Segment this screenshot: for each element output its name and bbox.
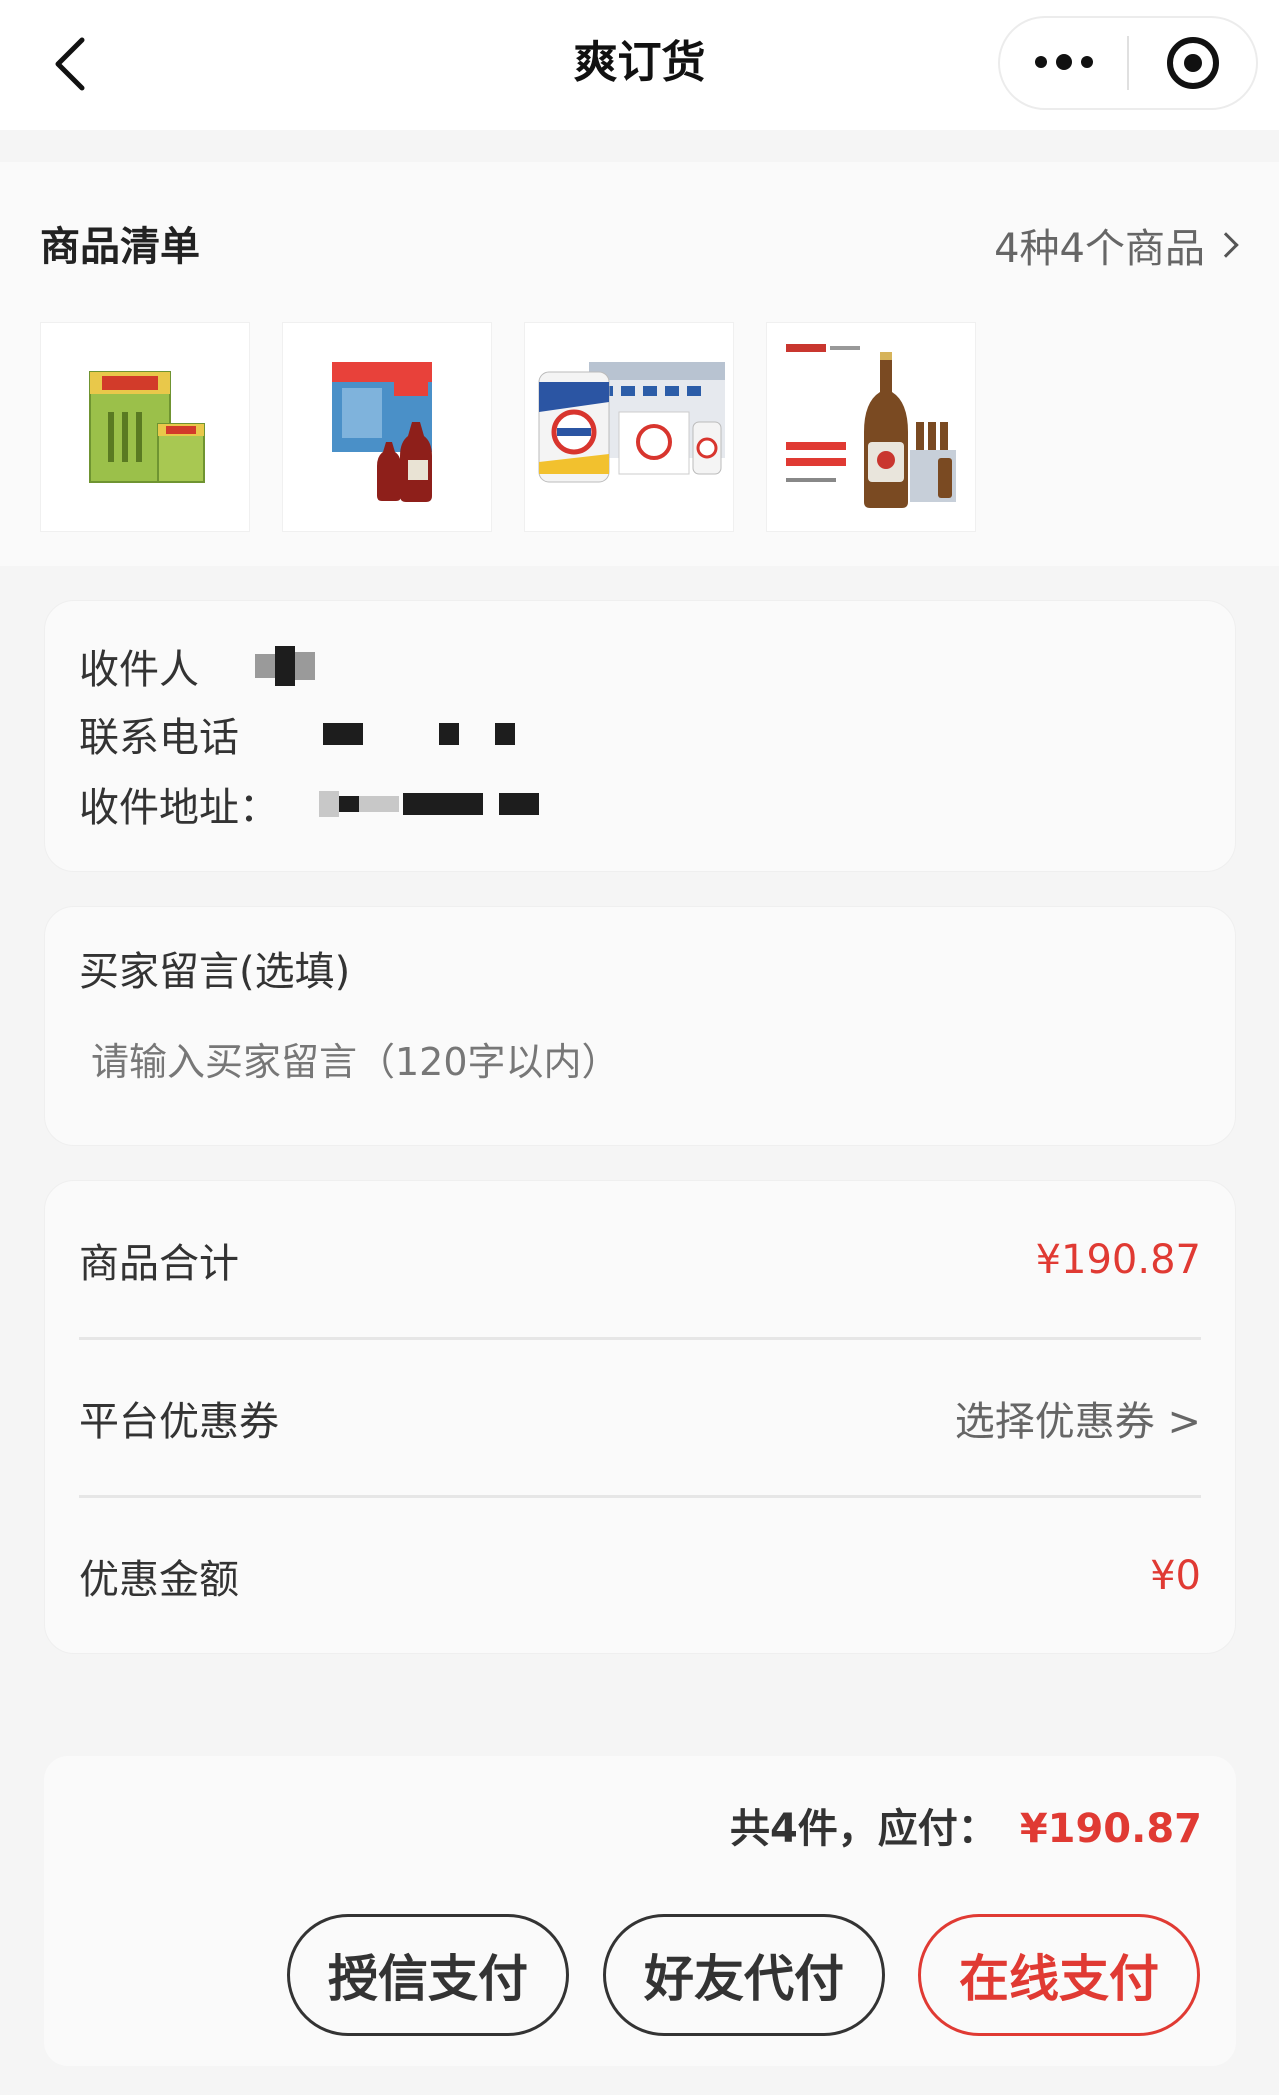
recipient-row: 收件人 [79, 637, 315, 695]
more-menu-button[interactable] [1000, 18, 1127, 108]
goods-total-value: ¥190.87 [1035, 1237, 1201, 1283]
redacted-address [319, 791, 339, 817]
credit-pay-button[interactable]: 授信支付 [287, 1914, 569, 2036]
discount-row: 优惠金额 ¥0 [79, 1497, 1201, 1655]
herbal-tea-bottle-image [332, 362, 432, 502]
chevron-right-icon [1213, 232, 1239, 258]
online-pay-button[interactable]: 在线支付 [918, 1914, 1200, 2036]
redacted-phone [495, 723, 515, 745]
beer-can-pack-image [538, 362, 725, 483]
total-amount: ¥190.87 [1019, 1806, 1202, 1852]
redacted-address [403, 793, 483, 815]
select-coupon-link[interactable]: 选择优惠券 > [955, 1389, 1201, 1447]
discount-value: ¥0 [1150, 1553, 1201, 1599]
coupon-label: 平台优惠券 [79, 1399, 279, 1445]
product-thumbnail[interactable] [766, 322, 976, 532]
coupon-row[interactable]: 平台优惠券 选择优惠券 > [79, 1339, 1201, 1497]
product-count-link[interactable]: 4种4个商品 [994, 216, 1239, 274]
product-thumbnails [40, 322, 976, 532]
buyer-memo-card: 买家留言(选填) [44, 906, 1236, 1146]
total-line: 共4件，应付： ¥190.87 [730, 1796, 1202, 1854]
product-list-section: 商品清单 4种4个商品 [0, 162, 1279, 566]
goods-total-row: 商品合计 ¥190.87 [79, 1181, 1201, 1339]
beer-bottle-image [786, 344, 956, 508]
product-count-label: 4种4个商品 [994, 226, 1205, 272]
close-mini-program-button[interactable] [1129, 18, 1256, 108]
product-thumbnail[interactable] [40, 322, 250, 532]
buyer-memo-input[interactable] [91, 1027, 1191, 1097]
address-card[interactable]: 收件人 联系电话 收件地址： [44, 600, 1236, 872]
redacted-phone [323, 723, 363, 745]
target-icon [1166, 37, 1219, 89]
product-thumbnail[interactable] [282, 322, 492, 532]
buyer-memo-label: 买家留言(选填) [79, 949, 351, 995]
herbal-tea-box-image [89, 371, 205, 483]
phone-label: 联系电话 [79, 715, 239, 761]
recipient-label: 收件人 [79, 647, 199, 693]
redacted-recipient [255, 654, 275, 678]
redacted-recipient [295, 652, 315, 680]
redacted-phone [439, 723, 459, 745]
redacted-recipient [275, 646, 295, 686]
total-text: 共4件，应付： [729, 1806, 998, 1852]
redacted-address [359, 796, 399, 812]
redacted-address [339, 796, 359, 812]
product-list-title: 商品清单 [40, 224, 200, 270]
goods-total-label: 商品合计 [79, 1241, 239, 1287]
product-thumbnail[interactable] [524, 322, 734, 532]
nav-bar: 爽订货 [0, 0, 1279, 130]
friend-pay-button[interactable]: 好友代付 [603, 1914, 885, 2036]
order-summary-card: 商品合计 ¥190.87 平台优惠券 选择优惠券 > 优惠金额 ¥0 [44, 1180, 1236, 1654]
payment-bar: 共4件，应付： ¥190.87 授信支付 好友代付 在线支付 [44, 1756, 1236, 2066]
address-row: 收件地址： [79, 775, 539, 833]
phone-row: 联系电话 [79, 705, 515, 763]
discount-label: 优惠金额 [79, 1557, 239, 1603]
address-label: 收件地址： [79, 785, 279, 831]
more-dots-icon [1034, 54, 1093, 70]
mini-program-capsule [998, 16, 1258, 110]
redacted-address [499, 793, 539, 815]
